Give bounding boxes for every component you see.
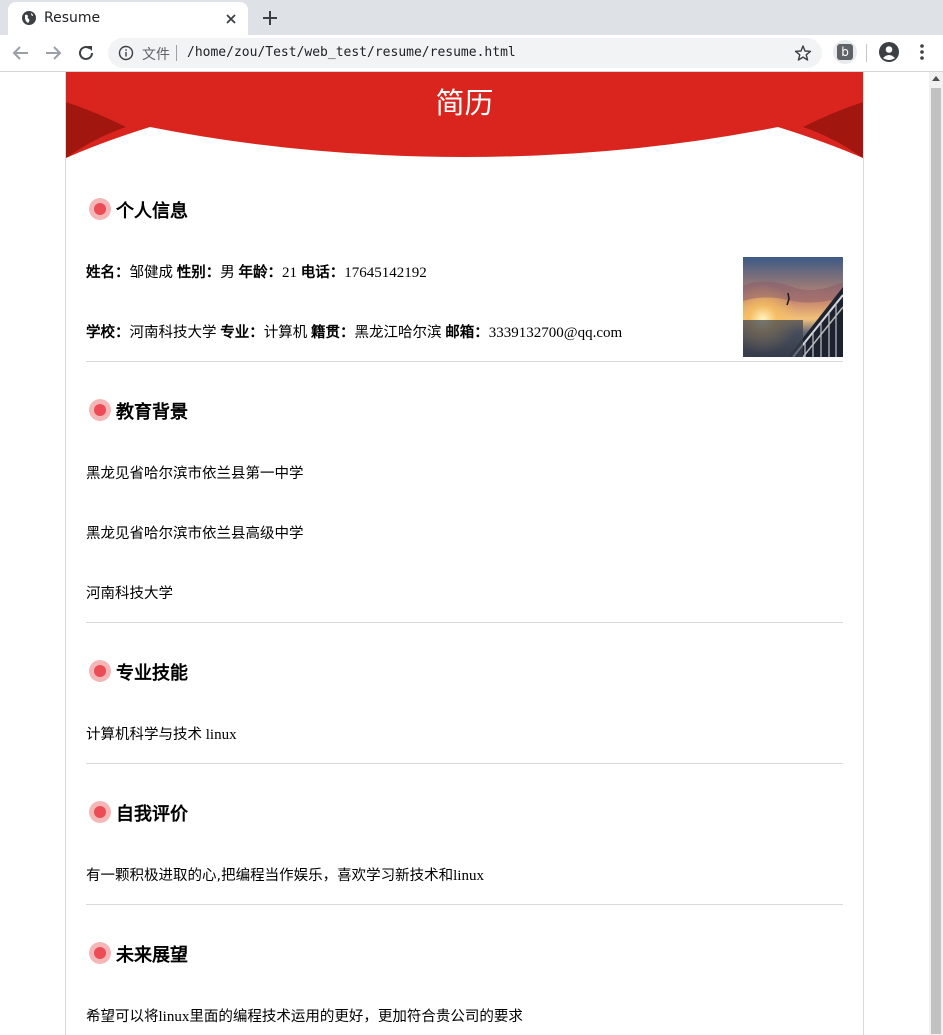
- tab-title: Resume: [44, 10, 101, 26]
- email-label: 邮箱：: [445, 325, 489, 341]
- globe-icon: [22, 11, 36, 25]
- bullet-dot-icon: [89, 660, 111, 682]
- major-label: 专业：: [220, 325, 264, 341]
- browser-tab[interactable]: Resume: [8, 2, 248, 35]
- phone-value: 17645142192: [344, 265, 427, 281]
- name-value: 邹健成: [129, 265, 174, 281]
- gender-label: 性别：: [176, 265, 221, 281]
- major-value: 计算机: [263, 325, 308, 341]
- bullet-dot-icon: [89, 198, 111, 220]
- bullet-dot-icon: [89, 399, 111, 421]
- info-icon[interactable]: [118, 45, 134, 61]
- origin-value: 黑龙江哈尔滨: [354, 325, 442, 341]
- address-bar[interactable]: 文件 /home/zou/Test/web_test/resume/resume…: [108, 38, 822, 68]
- self-eval-text: 有一颗积极进取的心,把编程当作娱乐，喜欢学习新技术和linux: [86, 864, 484, 885]
- future-text: 希望可以将linux里面的编程技术运用的更好，更加符合贵公司的要求: [86, 1005, 523, 1026]
- section-title: 个人信息: [116, 201, 188, 222]
- file-scheme-label: 文件: [142, 47, 170, 63]
- school-value: 河南科技大学: [129, 325, 217, 341]
- personal-info-line-1: 姓名：邹健成 性别：男 年龄：21 电话：17645142192: [86, 261, 427, 282]
- phone-label: 电话：: [300, 265, 345, 281]
- education-item: 黑龙见省哈尔滨市依兰县高级中学: [86, 522, 304, 543]
- section-divider: [86, 361, 843, 362]
- section-title: 教育背景: [116, 402, 188, 423]
- new-tab-icon[interactable]: [259, 7, 281, 29]
- page-title: 简历: [435, 86, 494, 120]
- extension-letter: b: [837, 44, 853, 60]
- forward-arrow-icon[interactable]: [41, 41, 65, 65]
- skills-text-latin: linux: [202, 727, 237, 743]
- bookmark-star-icon[interactable]: [794, 44, 812, 62]
- tab-strip: Resume: [0, 0, 943, 35]
- url-text[interactable]: /home/zou/Test/web_test/resume/resume.ht…: [187, 45, 516, 60]
- age-value: 21: [282, 265, 297, 281]
- personal-info-line-2: 学校：河南科技大学 专业：计算机 籍贯：黑龙江哈尔滨 邮箱：3339132700…: [86, 321, 622, 342]
- profile-avatar-icon[interactable]: [878, 41, 900, 63]
- browser-toolbar: 文件 /home/zou/Test/web_test/resume/resume…: [0, 35, 943, 72]
- reload-icon[interactable]: [74, 41, 98, 65]
- education-item-text: 黑龙见省哈尔滨市依兰县高级中学: [86, 526, 304, 542]
- self-eval-text-cjk: 有一颗积极进取的心,把编程当作娱乐，喜欢学习新技术和: [86, 868, 454, 884]
- section-title: 专业技能: [116, 663, 188, 684]
- back-arrow-icon[interactable]: [9, 41, 33, 65]
- skills-text-cjk: 计算机科学与技术: [86, 727, 202, 743]
- close-tab-icon[interactable]: [222, 10, 240, 28]
- future-text-cjk-2: 里面的编程技术运用的更好，更加符合贵公司的要求: [189, 1009, 523, 1025]
- vertical-scrollbar[interactable]: [929, 72, 943, 1035]
- section-divider: [86, 763, 843, 764]
- profile-photo: [743, 257, 843, 357]
- section-divider: [86, 622, 843, 623]
- section-title: 未来展望: [116, 945, 188, 966]
- section-divider: [86, 904, 843, 905]
- education-item: 黑龙见省哈尔滨市依兰县第一中学: [86, 462, 304, 483]
- age-label: 年龄：: [238, 265, 283, 281]
- scroll-up-arrow-icon[interactable]: [932, 75, 940, 83]
- page-viewport: 简历 个人信息 姓名：邹健成 性别：男 年龄：21 电话：17645142192…: [0, 72, 929, 1035]
- extension-button[interactable]: b: [833, 40, 857, 64]
- scrollbar-thumb[interactable]: [931, 88, 941, 1034]
- name-label: 姓名：: [86, 265, 130, 281]
- education-item-text: 河南科技大学: [86, 586, 173, 602]
- bullet-dot-icon: [89, 942, 111, 964]
- education-item-text: 黑龙见省哈尔滨市依兰县第一中学: [86, 466, 304, 482]
- school-label: 学校：: [86, 325, 130, 341]
- bullet-dot-icon: [89, 801, 111, 823]
- future-text-latin: linux: [158, 1009, 190, 1025]
- gender-value: 男: [220, 265, 235, 281]
- self-eval-text-latin: linux: [453, 868, 484, 884]
- email-value: 3339132700@qq.com: [488, 325, 623, 341]
- education-item: 河南科技大学: [86, 582, 173, 603]
- resume-page: 简历 个人信息 姓名：邹健成 性别：男 年龄：21 电话：17645142192…: [65, 72, 864, 1035]
- address-divider: [176, 45, 177, 61]
- future-text-cjk-1: 希望可以将: [86, 1009, 159, 1025]
- skills-text: 计算机科学与技术 linux: [86, 723, 237, 744]
- toolbar-divider: [866, 44, 867, 62]
- section-title: 自我评价: [116, 804, 188, 825]
- origin-label: 籍贯：: [311, 325, 355, 341]
- kebab-menu-icon[interactable]: [912, 41, 932, 63]
